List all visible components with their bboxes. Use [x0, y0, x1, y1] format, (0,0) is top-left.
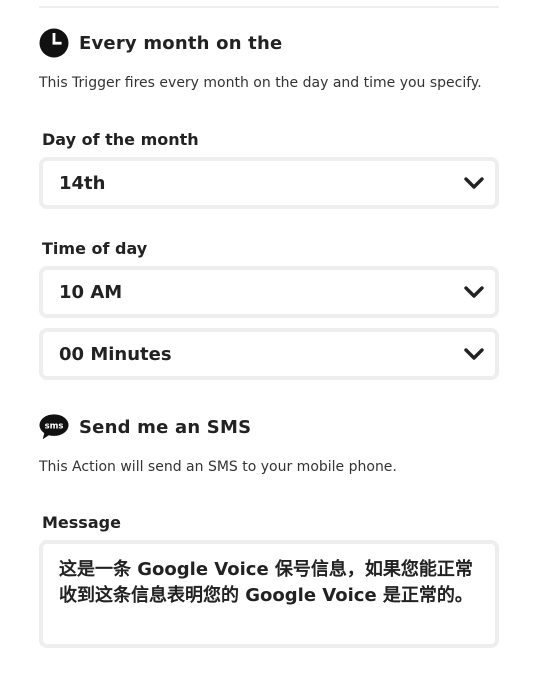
sms-icon: sms — [39, 412, 69, 442]
day-of-month-value: 14th — [59, 172, 106, 194]
hour-select[interactable]: 10 AM — [39, 266, 499, 318]
hour-value: 10 AM — [59, 281, 123, 303]
svg-text:sms: sms — [45, 420, 64, 430]
trigger-header: Every month on the — [39, 27, 282, 59]
trigger-title: Every month on the — [79, 32, 283, 54]
minutes-select[interactable]: 00 Minutes — [39, 328, 499, 380]
chevron-down-icon — [463, 175, 485, 191]
message-textarea[interactable]: 这是一条 Google Voice 保号信息，如果您能正常收到这条信息表明您的 … — [39, 540, 499, 648]
action-title: Send me an SMS — [79, 416, 252, 438]
day-of-month-select[interactable]: 14th — [39, 157, 499, 209]
chevron-down-icon — [463, 346, 485, 362]
time-of-day-label: Time of day — [42, 239, 148, 258]
chevron-down-icon — [463, 284, 485, 300]
action-description: This Action will send an SMS to your mob… — [39, 459, 397, 475]
minutes-value: 00 Minutes — [59, 343, 172, 365]
action-header: sms Send me an SMS — [39, 411, 251, 443]
message-label: Message — [42, 513, 121, 532]
trigger-description: This Trigger fires every month on the da… — [39, 75, 482, 91]
top-divider — [39, 6, 499, 8]
clock-icon — [39, 28, 69, 58]
day-of-month-label: Day of the month — [42, 130, 199, 149]
